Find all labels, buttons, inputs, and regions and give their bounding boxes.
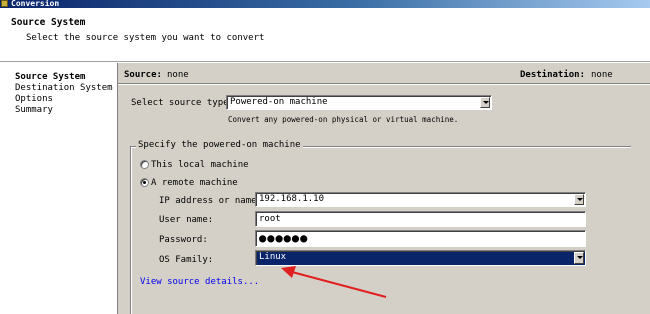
window-title: Conversion [11,0,60,8]
wizard-nav: Source System Destination System Options… [0,63,117,314]
password-input[interactable]: ●●●●●● [255,230,586,247]
page-subtitle: Select the source system you want to con… [26,33,265,43]
destination-value: none [591,70,613,80]
radio-remote-machine-label[interactable]: A remote machine [151,178,238,188]
nav-item-destination-system[interactable]: Destination System [15,83,113,93]
user-name-label: User name: [159,215,214,225]
info-divider-highlight [118,84,650,85]
user-name-input[interactable]: root [255,211,586,227]
window-title-bar[interactable]: Conversion [0,0,650,8]
app-icon [1,0,8,7]
password-label: Password: [159,235,208,245]
source-type-label: Select source type: [131,98,234,108]
chevron-down-icon[interactable] [574,252,584,264]
os-family-select[interactable]: Linux [255,250,586,266]
os-family-value: Linux [259,252,287,262]
source-type-hint: Convert any powered-on physical or virtu… [228,115,459,124]
chevron-down-icon[interactable] [574,194,584,205]
radio-local-machine-label[interactable]: This local machine [151,160,249,170]
password-value: ●●●●●● [259,231,309,245]
destination-label: Destination: [520,70,586,80]
nav-item-source-system[interactable]: Source System [15,72,85,82]
ip-value: 192.168.1.10 [259,194,325,204]
nav-item-summary[interactable]: Summary [15,105,53,115]
source-type-value: Powered-on machine [230,97,328,107]
source-label: Source: [124,70,162,80]
user-name-value: root [259,214,281,224]
radio-local-machine[interactable] [140,160,149,169]
chevron-down-icon[interactable] [480,97,490,108]
view-source-details-link[interactable]: View source details... [140,277,259,287]
source-value: none [167,70,189,80]
page-title: Source System [11,17,86,28]
radio-remote-machine[interactable] [140,178,149,187]
ip-label: IP address or name: [159,196,262,206]
source-type-select[interactable]: Powered-on machine [226,95,492,110]
nav-item-options[interactable]: Options [15,94,53,104]
ip-input[interactable]: 192.168.1.10 [255,192,586,207]
os-family-label: OS Family: [159,255,214,265]
group-legend: Specify the powered-on machine [136,140,303,150]
